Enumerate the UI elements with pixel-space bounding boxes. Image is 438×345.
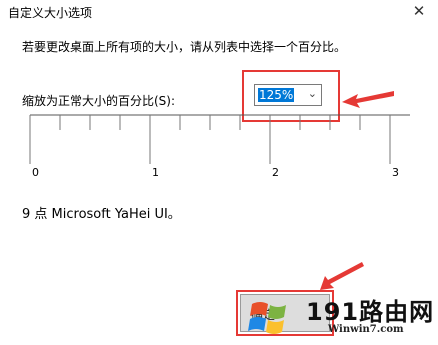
ruler-label-2: 2: [272, 166, 279, 179]
scale-percentage-label: 缩放为正常大小的百分比(S):: [22, 94, 176, 108]
annotation-arrow-dropdown: [342, 91, 394, 108]
annotation-arrow-ok: [320, 262, 364, 290]
watermark-brand: 191路由网: [306, 298, 435, 326]
instruction-text: 若要更改桌面上所有项的大小，请从列表中选择一个百分比。: [22, 40, 347, 54]
close-icon[interactable]: ✕: [406, 1, 432, 21]
ruler-label-1: 1: [152, 166, 159, 179]
watermark-url: Winwin7.com: [328, 324, 404, 335]
title-bar: 自定义大小选项 ✕: [0, 0, 438, 24]
windows-logo-icon: [248, 302, 286, 334]
ruler[interactable]: [0, 112, 438, 182]
window-title: 自定义大小选项: [8, 6, 93, 20]
ruler-label-0: 0: [32, 166, 39, 179]
font-sample-text: 9 点 Microsoft YaHei UI。: [22, 207, 181, 222]
ruler-label-3: 3: [392, 166, 399, 179]
watermark: 191路由网 Winwin7.com: [248, 292, 438, 345]
ruler-ticks: [29, 115, 391, 164]
